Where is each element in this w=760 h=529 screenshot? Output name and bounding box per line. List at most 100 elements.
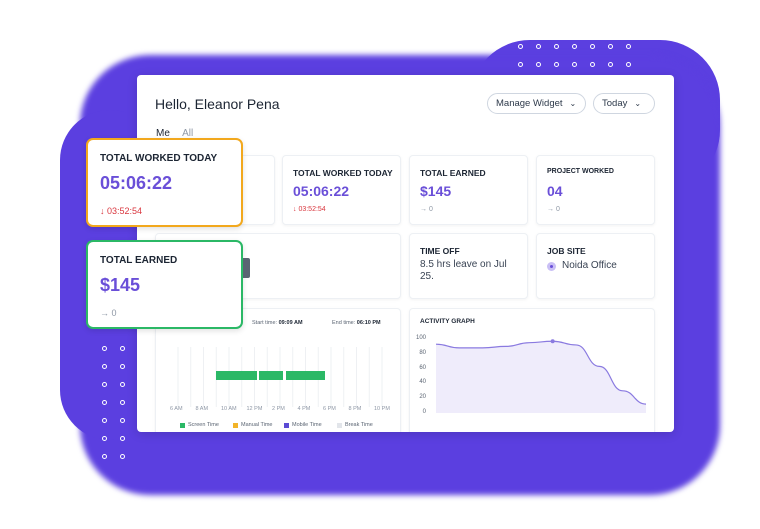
time-tick-label: 10 PM bbox=[374, 406, 390, 412]
card-value: $145 bbox=[100, 275, 141, 295]
period-select[interactable]: Today ⌄ bbox=[593, 93, 655, 114]
legend-label: Manual Time bbox=[241, 422, 273, 428]
dot bbox=[518, 44, 523, 49]
card-project-worked[interactable]: PROJECT WORKED 04 → 0 bbox=[536, 155, 655, 225]
dot bbox=[120, 418, 125, 423]
manage-widget-button[interactable]: Manage Widget ⌄ bbox=[487, 93, 586, 114]
time-tick-label: 12 PM bbox=[246, 406, 263, 412]
card-delta: → 0 bbox=[100, 308, 117, 318]
dot bbox=[120, 436, 125, 441]
card-job-site[interactable]: JOB SITE Noida Office bbox=[536, 233, 655, 299]
manage-widget-label: Manage Widget bbox=[496, 98, 563, 109]
card-value: 05:06:22 bbox=[293, 183, 350, 199]
time-tick-label: 8 PM bbox=[348, 406, 362, 412]
card-label: TOTAL EARNED bbox=[100, 255, 178, 266]
time-tick-label: 4 PM bbox=[297, 406, 311, 412]
dot bbox=[518, 62, 523, 67]
card-delta: ↓ 03:52:54 bbox=[293, 206, 326, 213]
legend-swatch bbox=[180, 422, 185, 428]
dot bbox=[102, 454, 107, 459]
card-total-earned[interactable]: TOTAL EARNED $145 → 0 bbox=[409, 155, 528, 225]
floating-card-total-earned[interactable]: TOTAL EARNED $145 → 0 bbox=[86, 240, 243, 329]
dot bbox=[120, 346, 125, 351]
legend-label: Screen Time bbox=[188, 422, 219, 428]
dot bbox=[626, 44, 631, 49]
dot bbox=[120, 382, 125, 387]
activity-chart bbox=[435, 339, 647, 413]
time-tick-label: 6 AM bbox=[170, 406, 183, 412]
start-time: Start time: 09:09 AM bbox=[252, 320, 303, 326]
card-delta: ↓ 03:52:54 bbox=[100, 206, 143, 216]
dot bbox=[120, 400, 125, 405]
activity-point[interactable] bbox=[550, 339, 555, 344]
legend-label: Mobile Time bbox=[292, 422, 322, 428]
timeline-axis: 6 AM 8 AM 10 AM 12 PM 2 PM 4 PM 6 PM 8 PM 10 PM bbox=[156, 406, 402, 416]
dot bbox=[102, 418, 107, 423]
legend-item: Screen Time bbox=[180, 422, 219, 428]
card-delta: → 0 bbox=[420, 206, 433, 213]
legend-item: Break Time bbox=[337, 422, 373, 428]
timeline-legend: Screen Time Manual Time Mobile Time Break T… bbox=[180, 422, 410, 430]
dot bbox=[102, 436, 107, 441]
time-tick-label: 2 PM bbox=[272, 406, 285, 412]
dot bbox=[102, 400, 107, 405]
end-time: End time: 06:10 PM bbox=[332, 320, 381, 326]
dot bbox=[536, 44, 541, 49]
card-value: $145 bbox=[420, 183, 452, 199]
job-site-row: Noida Office bbox=[547, 260, 617, 272]
dot bbox=[608, 62, 613, 67]
card-label: TOTAL EARNED bbox=[420, 168, 486, 178]
time-tick-label: 8 AM bbox=[195, 406, 209, 412]
dot bbox=[536, 62, 541, 67]
legend-label: Break Time bbox=[345, 422, 373, 428]
card-value: 05:06:22 bbox=[100, 173, 173, 193]
page-title: Hello, Eleanor Pena bbox=[155, 96, 280, 112]
dot bbox=[590, 44, 595, 49]
start-time-value: 09:09 AM bbox=[278, 320, 303, 326]
activity-graph-card: ACTIVITY GRAPH 100 80 60 40 20 0 bbox=[409, 308, 655, 432]
chevron-down-icon: ⌄ bbox=[634, 99, 642, 108]
card-text: 8.5 hrs leave on Jul 25. bbox=[420, 259, 507, 282]
legend-item: Manual Time bbox=[233, 422, 273, 428]
dot bbox=[102, 346, 107, 351]
card-total-worked[interactable]: TOTAL WORKED TODAY 05:06:22 ↓ 03:52:54 bbox=[282, 155, 401, 225]
dot bbox=[120, 364, 125, 369]
card-label: JOB SITE bbox=[547, 246, 586, 256]
card-time-off[interactable]: TIME OFF 8.5 hrs leave on Jul 25. bbox=[409, 233, 528, 299]
dot bbox=[590, 62, 595, 67]
dot bbox=[554, 44, 559, 49]
end-time-value: 06:10 PM bbox=[356, 320, 381, 326]
dot bbox=[572, 44, 577, 49]
screen-time-bar bbox=[259, 371, 283, 380]
card-label: PROJECT WORKED bbox=[547, 168, 614, 175]
legend-swatch bbox=[233, 422, 238, 428]
end-time-label: End time: bbox=[332, 320, 356, 326]
dot bbox=[102, 382, 107, 387]
legend-item: Mobile Time bbox=[284, 422, 322, 428]
time-tick-label: 6 PM bbox=[323, 406, 336, 412]
screen-time-bar bbox=[216, 371, 257, 380]
dot bbox=[102, 364, 107, 369]
card-value: 04 bbox=[547, 183, 563, 199]
card-delta: → 0 bbox=[547, 206, 560, 213]
time-tick-label: 10 AM bbox=[221, 406, 237, 412]
activity-area bbox=[436, 341, 646, 413]
screen-time-bar bbox=[286, 371, 325, 380]
card-label: TIME OFF bbox=[420, 246, 460, 256]
legend-swatch bbox=[284, 422, 289, 428]
legend-swatch bbox=[337, 422, 342, 428]
collapse-handle[interactable] bbox=[243, 258, 250, 278]
period-label: Today bbox=[602, 98, 628, 109]
dot bbox=[120, 454, 125, 459]
chevron-down-icon: ⌄ bbox=[569, 99, 577, 108]
dot bbox=[608, 44, 613, 49]
card-label: TOTAL WORKED TODAY bbox=[100, 153, 218, 164]
dot bbox=[572, 62, 577, 67]
job-site-name: Noida Office bbox=[562, 260, 617, 271]
dot bbox=[554, 62, 559, 67]
dot bbox=[626, 62, 631, 67]
card-label: TOTAL WORKED TODAY bbox=[293, 168, 393, 178]
floating-card-total-worked[interactable]: TOTAL WORKED TODAY 05:06:22 ↓ 03:52:54 bbox=[86, 138, 243, 227]
location-pin-icon bbox=[547, 261, 556, 271]
start-time-label: Start time: bbox=[252, 320, 278, 326]
